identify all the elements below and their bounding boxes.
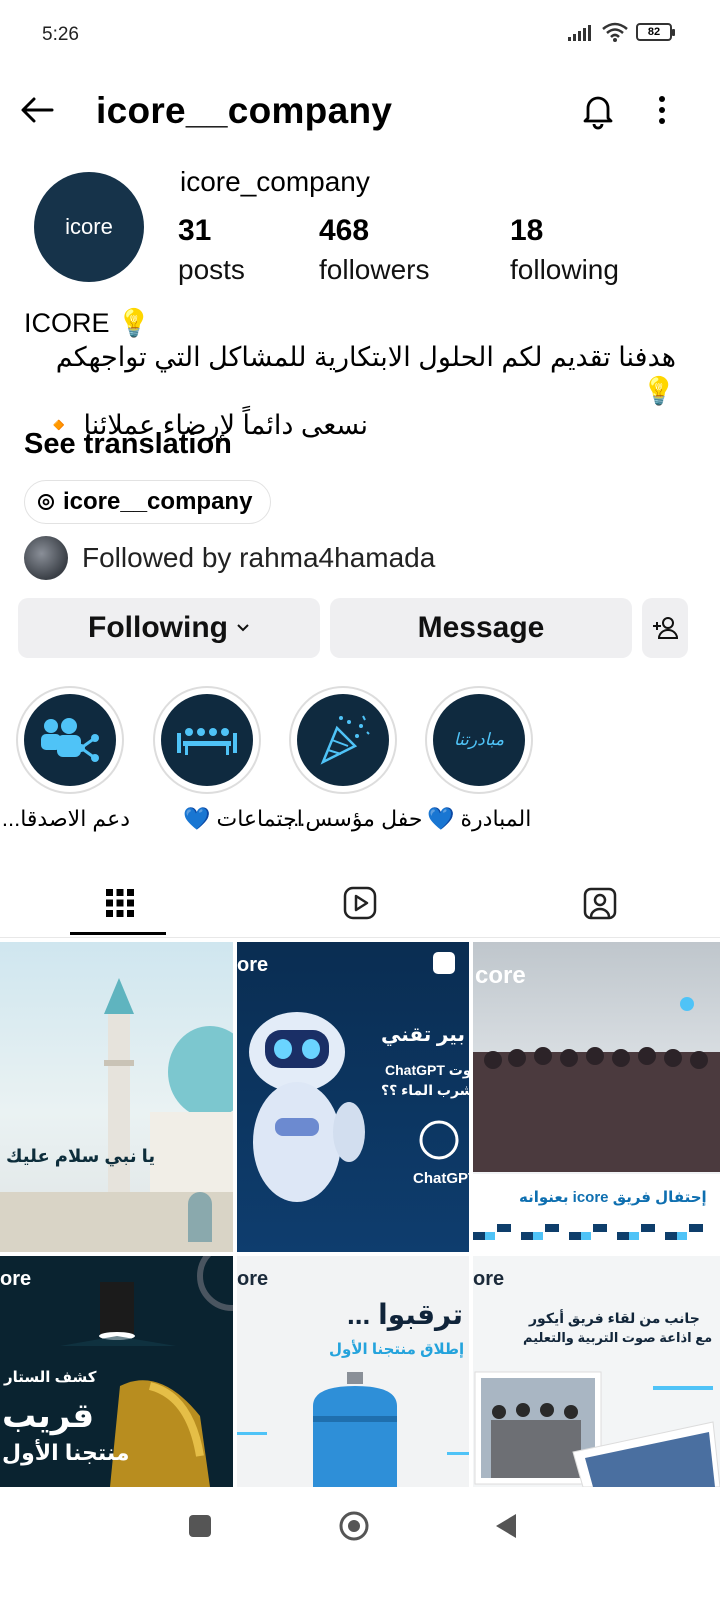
bio-line-1: هدفنا تقديم لكم الحلول الابتكارية للمشاك… xyxy=(55,342,676,406)
back-arrow-icon[interactable] xyxy=(16,88,60,132)
follower-avatar xyxy=(24,536,68,580)
top-bar: icore__company xyxy=(0,78,720,142)
threads-icon xyxy=(38,494,54,510)
highlight-ring xyxy=(16,686,124,794)
highlight-label-founding-party: حفل مؤسس... xyxy=(287,806,423,831)
highlight-label-meetings: اجتماعات 💙 xyxy=(183,806,303,831)
post-2-subtitle: شرب الماء ؟؟ xyxy=(381,1082,469,1098)
profile-bio: ICORE 💡 هدفنا تقديم لكم الحلول الابتكاري… xyxy=(24,306,704,442)
highlight-ring xyxy=(289,686,397,794)
highlight-founding-party[interactable]: حفل مؤسس... xyxy=(287,686,422,831)
meeting-icon xyxy=(161,694,253,786)
followers-count: 468 xyxy=(319,214,370,247)
bell-icon[interactable] xyxy=(578,90,618,130)
post-2-arabic-heading: بير تقني xyxy=(381,1024,465,1046)
gas-cylinder-illustration xyxy=(237,1372,469,1487)
posts-grid: يا نبي سلام عليك ore بير تقني ChatGPT وت… xyxy=(0,942,720,1487)
post-5[interactable]: ore ترقبوا ... إطلاق منتجنا الأول xyxy=(237,1256,469,1487)
followers-stat[interactable]: 468 followers xyxy=(319,214,429,286)
following-button-label: Following xyxy=(88,611,228,644)
post-6[interactable]: ore جانب من لقاء فريق أيكور مع اذاعة صوت… xyxy=(473,1256,720,1487)
initiative-logo: مبادرتنا xyxy=(433,694,525,786)
highlight-label-support-friends: دعم الاصدقا... xyxy=(1,806,130,831)
highlight-meetings[interactable]: اجتماعات 💙 xyxy=(153,686,303,831)
posts-count: 31 xyxy=(178,214,212,247)
message-button[interactable]: Message xyxy=(330,598,632,658)
post-4-title: قريب xyxy=(2,1397,95,1435)
back-nav-button[interactable] xyxy=(494,1512,518,1540)
tab-tagged[interactable] xyxy=(480,870,720,936)
status-icons: 82 xyxy=(568,22,675,42)
status-bar: 5:26 82 xyxy=(0,0,720,70)
post-3[interactable]: core إحتفال فريق icore بعنوانه xyxy=(473,942,720,1252)
bio-title: ICORE 💡 xyxy=(24,308,151,338)
highlight-support-friends[interactable]: دعم الاصدقا... xyxy=(2,686,130,831)
tab-grid[interactable] xyxy=(0,870,240,936)
profile-name: icore_company xyxy=(180,166,370,197)
highlight-initiative[interactable]: مبادرتنا المبادرة 💙 xyxy=(425,686,535,831)
tagged-icon xyxy=(583,887,617,920)
following-count: 18 xyxy=(510,214,544,247)
message-button-label: Message xyxy=(417,611,545,644)
page-title: icore__company xyxy=(96,90,393,131)
mosque-illustration xyxy=(0,978,233,1252)
post-4-subtitle: كشف الستار xyxy=(4,1369,97,1386)
highlight-label-initiative: المبادرة 💙 xyxy=(427,806,532,831)
add-user-icon xyxy=(653,617,679,639)
tab-reels[interactable] xyxy=(240,870,480,936)
signal-icon xyxy=(568,25,591,41)
system-nav-bar xyxy=(0,1488,720,1600)
followed-by-row[interactable]: Followed by rahma4hamada xyxy=(24,536,435,580)
status-time: 5:26 xyxy=(42,24,79,45)
highlight-ring: مبادرتنا xyxy=(425,686,533,794)
following-stat[interactable]: 18 following xyxy=(510,214,619,286)
share-people-icon xyxy=(24,694,116,786)
active-tab-indicator xyxy=(70,932,166,935)
threads-link[interactable]: icore__company xyxy=(24,480,272,524)
wifi-icon xyxy=(602,22,628,42)
chevron-down-icon xyxy=(237,624,249,632)
more-options-icon[interactable] xyxy=(650,90,674,130)
see-translation-link[interactable]: See translation xyxy=(24,428,232,461)
post-2-title: ChatGPT وت xyxy=(385,1062,469,1078)
celebration-icon xyxy=(297,694,389,786)
avatar-logo-text: icore xyxy=(65,214,113,239)
followed-by-text: Followed by rahma4hamada xyxy=(82,542,436,573)
post-1[interactable]: يا نبي سلام عليك xyxy=(0,942,233,1252)
post-2-caption: ChatGPT xyxy=(413,1170,469,1187)
reels-icon xyxy=(343,886,377,920)
radio-visit-photos xyxy=(474,1371,720,1487)
highlight-ring xyxy=(153,686,261,794)
home-button[interactable] xyxy=(338,1510,370,1542)
add-user-button[interactable] xyxy=(642,598,688,658)
profile-avatar[interactable]: icore xyxy=(34,172,144,282)
threads-handle: icore__company xyxy=(63,488,253,515)
post-4-caption: منتجنا الأول xyxy=(2,1440,130,1465)
post-4[interactable]: ore كشف الستار قريب منتجنا الأول xyxy=(0,1256,233,1487)
following-button[interactable]: Following xyxy=(18,598,320,658)
posts-label: posts xyxy=(178,254,245,285)
initiative-logo-text: مبادرتنا xyxy=(453,730,505,749)
post-2[interactable]: ore بير تقني ChatGPT وت شرب الماء ؟؟ Cha… xyxy=(237,942,469,1252)
following-label: following xyxy=(510,254,619,285)
profile-tabs xyxy=(0,870,720,938)
recents-button[interactable] xyxy=(188,1514,212,1538)
post-1-caption: يا نبي سلام عليك xyxy=(6,1146,156,1166)
followers-label: followers xyxy=(319,254,430,285)
post-3-caption: إحتفال فريق icore بعنوانه xyxy=(519,1189,707,1206)
posts-stat[interactable]: 31 posts xyxy=(178,214,245,286)
battery-indicator: 82 xyxy=(636,23,675,41)
grid-icon xyxy=(106,889,134,917)
